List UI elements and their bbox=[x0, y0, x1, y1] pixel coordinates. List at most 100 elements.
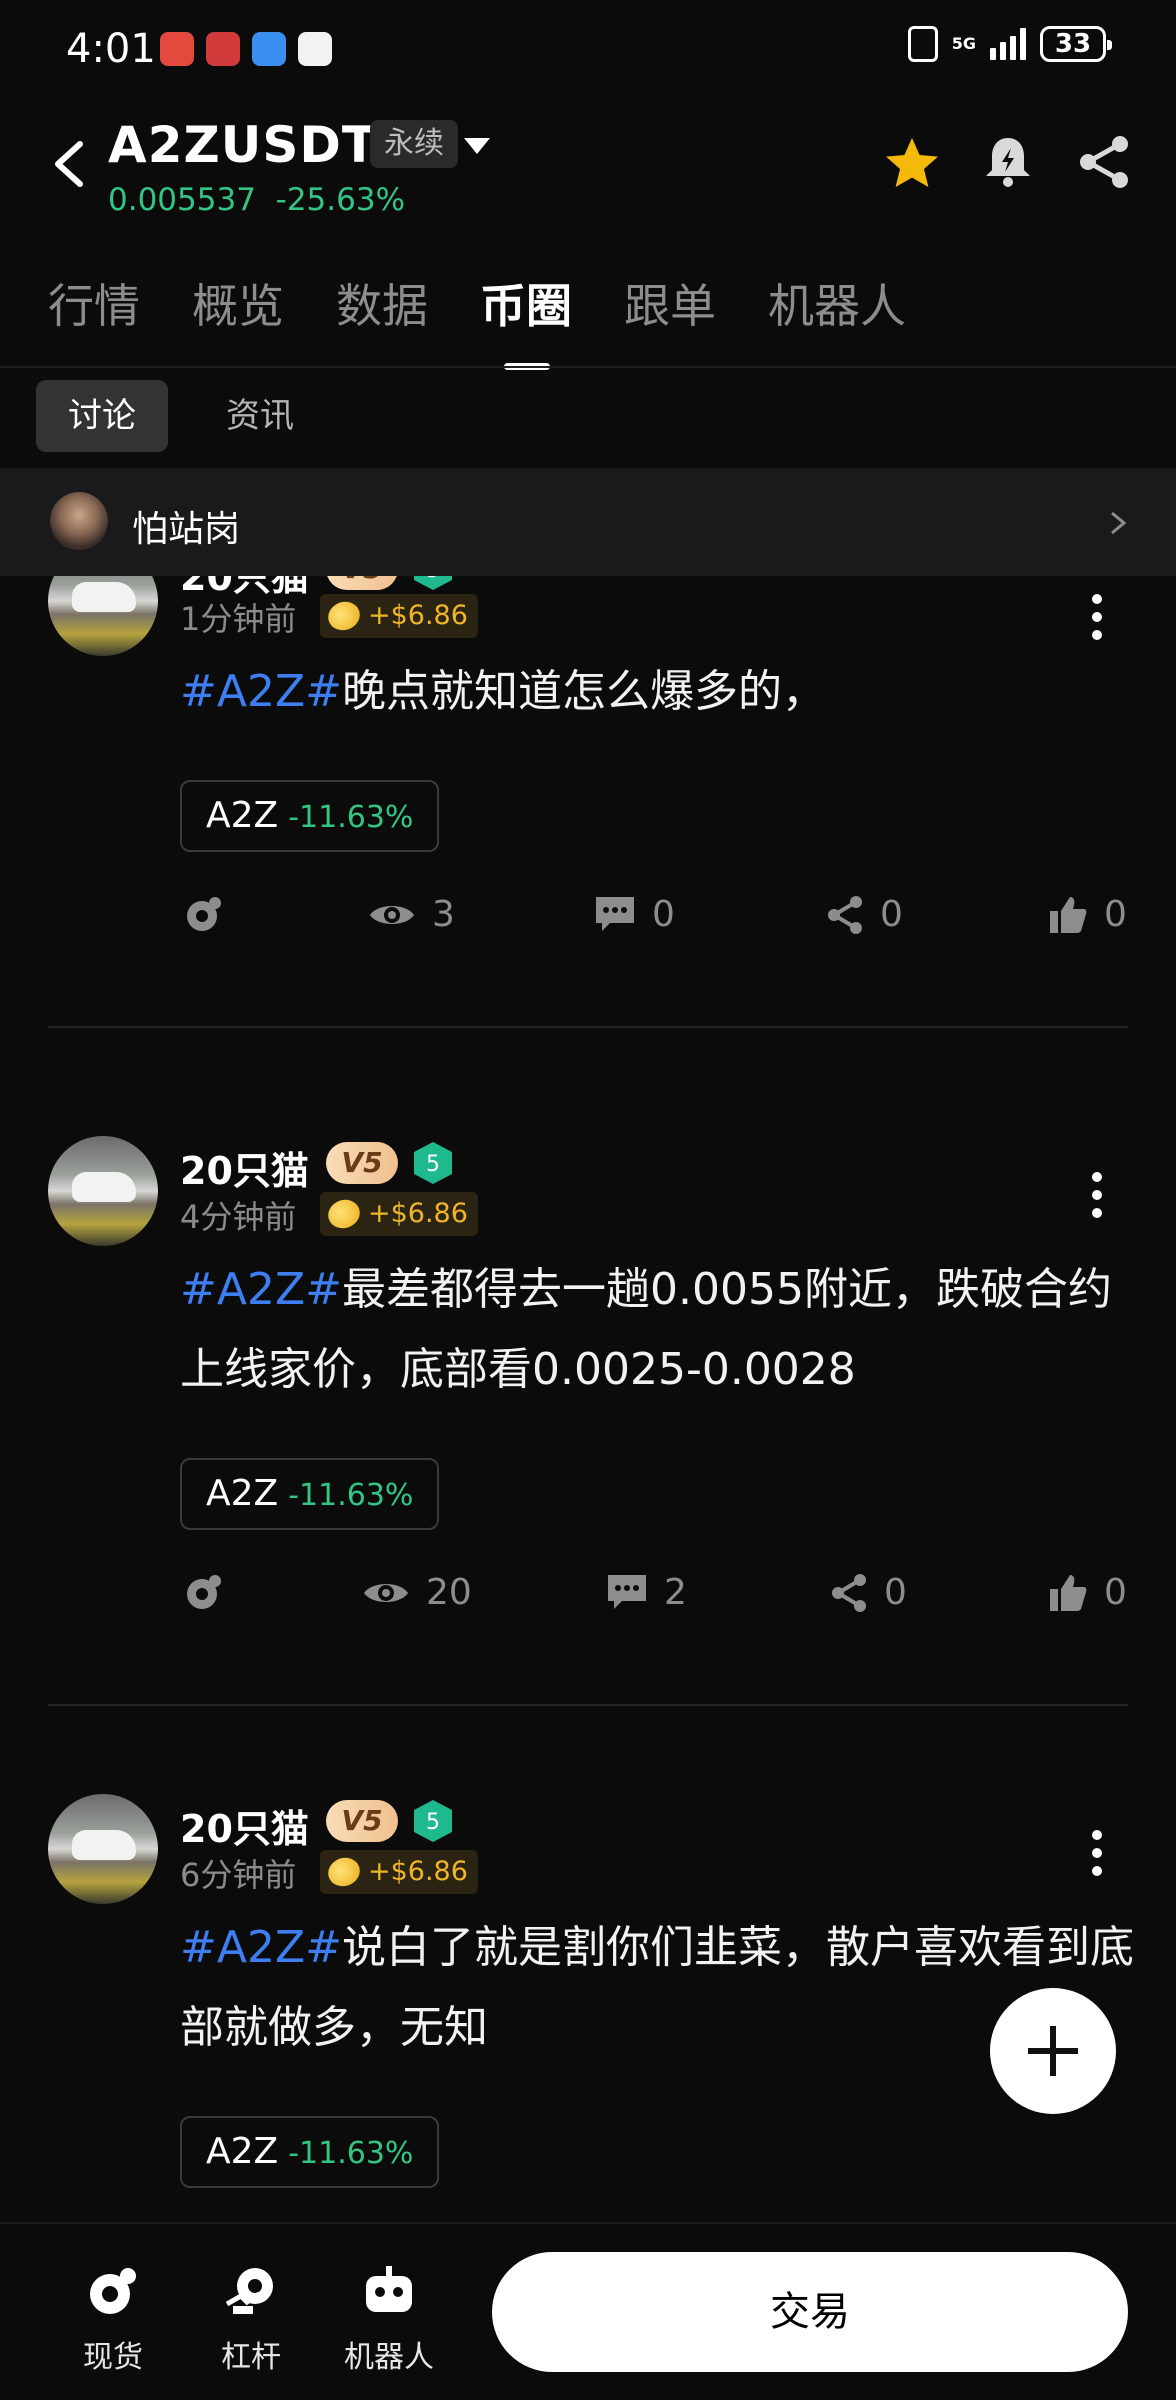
coin-link-icon bbox=[187, 1575, 221, 1609]
nav-margin[interactable]: 杠杆 bbox=[196, 2264, 306, 2376]
main-tabs: 行情 概览 数据 币圈 跟单 机器人 bbox=[48, 270, 906, 370]
reward-badge: +$6.86 bbox=[320, 1850, 478, 1894]
last-price: 0.005537 bbox=[108, 182, 256, 218]
reward-amount: +$6.86 bbox=[368, 600, 468, 631]
repost-button[interactable] bbox=[184, 894, 224, 934]
network-type: 5G bbox=[951, 34, 976, 53]
tab-data[interactable]: 数据 bbox=[336, 270, 428, 336]
hashtag-link[interactable]: #A2Z# bbox=[180, 1264, 342, 1315]
level-number: 5 bbox=[426, 576, 440, 583]
nav-spot[interactable]: 现货 bbox=[58, 2264, 168, 2376]
post-author[interactable]: 20只猫 bbox=[180, 1140, 309, 1195]
subtab-news[interactable]: 资讯 bbox=[194, 380, 326, 452]
share-post-button[interactable]: 0 bbox=[830, 1572, 907, 1613]
comments-count: 2 bbox=[664, 1572, 687, 1613]
post: 20只猫 V5 5 6分钟前 +$6.86 #A2Z#说白了就是割你们韭菜，散户… bbox=[0, 1794, 1176, 2222]
chevron-right-icon bbox=[1111, 511, 1127, 535]
chevron-down-icon[interactable] bbox=[464, 138, 490, 154]
huawei-notification-icon bbox=[206, 32, 240, 66]
screen: 4:01 5G 33 A2ZUSDT 永续 0.005537 -25.63% 行… bbox=[0, 0, 1176, 2400]
robot-icon bbox=[366, 2266, 412, 2312]
margin-leverage-icon bbox=[225, 2268, 273, 2314]
tab-overview[interactable]: 概览 bbox=[192, 270, 284, 336]
battery-level: 33 bbox=[1054, 29, 1092, 59]
post-time: 1分钟前 bbox=[180, 600, 297, 638]
tab-bots[interactable]: 机器人 bbox=[768, 270, 906, 336]
chip-change: -11.63% bbox=[288, 1478, 414, 1513]
level-number: 5 bbox=[426, 1152, 440, 1177]
favorite-star-icon[interactable] bbox=[882, 134, 942, 194]
coin-chip[interactable]: A2Z -11.63% bbox=[180, 1458, 440, 1530]
repost-button[interactable] bbox=[184, 1572, 224, 1612]
shares-count: 0 bbox=[884, 1572, 907, 1613]
like-button[interactable]: 0 bbox=[1048, 1572, 1127, 1613]
avatar[interactable] bbox=[48, 576, 158, 656]
vip-badge: V5 bbox=[326, 576, 398, 590]
price-alert-bell-icon[interactable] bbox=[978, 132, 1038, 192]
post-stats: 3 0 0 0 bbox=[180, 894, 1130, 954]
comment-button[interactable]: 0 bbox=[594, 894, 675, 935]
like-button[interactable]: 0 bbox=[1048, 894, 1127, 935]
tab-market[interactable]: 行情 bbox=[48, 270, 140, 336]
bottom-bar: 现货 杠杆 机器人 交易 bbox=[0, 2222, 1176, 2400]
post-author[interactable]: 20只猫 bbox=[180, 1798, 309, 1853]
post-feed[interactable]: 20只猫 V5 5 1分钟前 +$6.86 #A2Z#晚点就知道怎么爆多的， A… bbox=[0, 576, 1176, 2222]
post: 20只猫 V5 5 4分钟前 +$6.86 #A2Z#最差都得去一趟0.0055… bbox=[0, 1136, 1176, 1796]
share-post-button[interactable]: 0 bbox=[826, 894, 903, 935]
likes-count: 0 bbox=[1104, 894, 1127, 935]
nav-spot-label: 现货 bbox=[83, 2340, 143, 2375]
user-profile-bar[interactable]: 怕站岗 bbox=[0, 468, 1176, 576]
coin-chip[interactable]: A2Z -11.63% bbox=[180, 780, 440, 852]
contract-type-badge: 永续 bbox=[370, 120, 458, 168]
coin-chip[interactable]: A2Z -11.63% bbox=[180, 2116, 440, 2188]
nav-margin-label: 杠杆 bbox=[221, 2340, 281, 2375]
reward-amount: +$6.86 bbox=[368, 1856, 468, 1887]
share-icon bbox=[832, 1573, 866, 1612]
eye-icon bbox=[364, 1583, 408, 1602]
sub-tabs: 讨论 资讯 bbox=[36, 380, 326, 452]
create-post-button[interactable] bbox=[990, 1988, 1116, 2114]
views-stat: 3 bbox=[368, 894, 455, 935]
price-line: 0.005537 -25.63% bbox=[108, 182, 405, 218]
share-icon bbox=[828, 895, 862, 934]
avatar[interactable] bbox=[48, 1794, 158, 1904]
trade-button[interactable]: 交易 bbox=[492, 2252, 1128, 2372]
chip-symbol: A2Z bbox=[206, 795, 279, 836]
comments-count: 0 bbox=[652, 894, 675, 935]
back-arrow-icon[interactable] bbox=[50, 136, 90, 192]
nav-bot-label: 机器人 bbox=[344, 2340, 434, 2375]
post-content[interactable]: #A2Z#最差都得去一趟0.0055附近，跌破合约上线家价，底部看0.0025-… bbox=[180, 1250, 1140, 1410]
coin-link-icon bbox=[187, 897, 221, 931]
chip-symbol: A2Z bbox=[206, 2131, 279, 2172]
share-icon[interactable] bbox=[1076, 132, 1132, 192]
thumbs-up-icon bbox=[1050, 896, 1087, 933]
pair-title[interactable]: A2ZUSDT bbox=[108, 116, 377, 174]
reward-badge: +$6.86 bbox=[320, 1192, 478, 1236]
more-options-icon[interactable] bbox=[1092, 594, 1102, 648]
more-options-icon[interactable] bbox=[1092, 1172, 1102, 1226]
comment-button[interactable]: 2 bbox=[606, 1572, 687, 1613]
vip-badge: V5 bbox=[326, 1142, 398, 1184]
tab-divider bbox=[0, 366, 1176, 368]
signal-icon bbox=[990, 28, 1026, 60]
coin-icon bbox=[324, 1195, 364, 1233]
level-badge-icon: 5 bbox=[414, 1142, 452, 1184]
post-text: 晚点就知道怎么爆多的， bbox=[341, 666, 826, 717]
views-count: 20 bbox=[426, 1572, 472, 1613]
message-notification-icon bbox=[252, 32, 286, 66]
reward-amount: +$6.86 bbox=[368, 1198, 468, 1229]
nav-bot[interactable]: 机器人 bbox=[334, 2264, 444, 2376]
post-content[interactable]: #A2Z#晚点就知道怎么爆多的， bbox=[180, 652, 1140, 732]
more-options-icon[interactable] bbox=[1092, 1830, 1102, 1884]
tab-copy-trading[interactable]: 跟单 bbox=[624, 270, 716, 336]
hashtag-link[interactable]: #A2Z# bbox=[180, 666, 342, 717]
avatar[interactable] bbox=[48, 1136, 158, 1246]
hashtag-link[interactable]: #A2Z# bbox=[180, 1922, 342, 1973]
subtab-discussion[interactable]: 讨论 bbox=[36, 380, 168, 452]
status-bar: 4:01 5G 33 bbox=[0, 0, 1176, 100]
views-count: 3 bbox=[432, 894, 455, 935]
post-divider bbox=[48, 1026, 1128, 1028]
coin-icon bbox=[324, 597, 364, 635]
user-name: 怕站岗 bbox=[132, 509, 241, 550]
tab-community[interactable]: 币圈 bbox=[480, 270, 572, 370]
